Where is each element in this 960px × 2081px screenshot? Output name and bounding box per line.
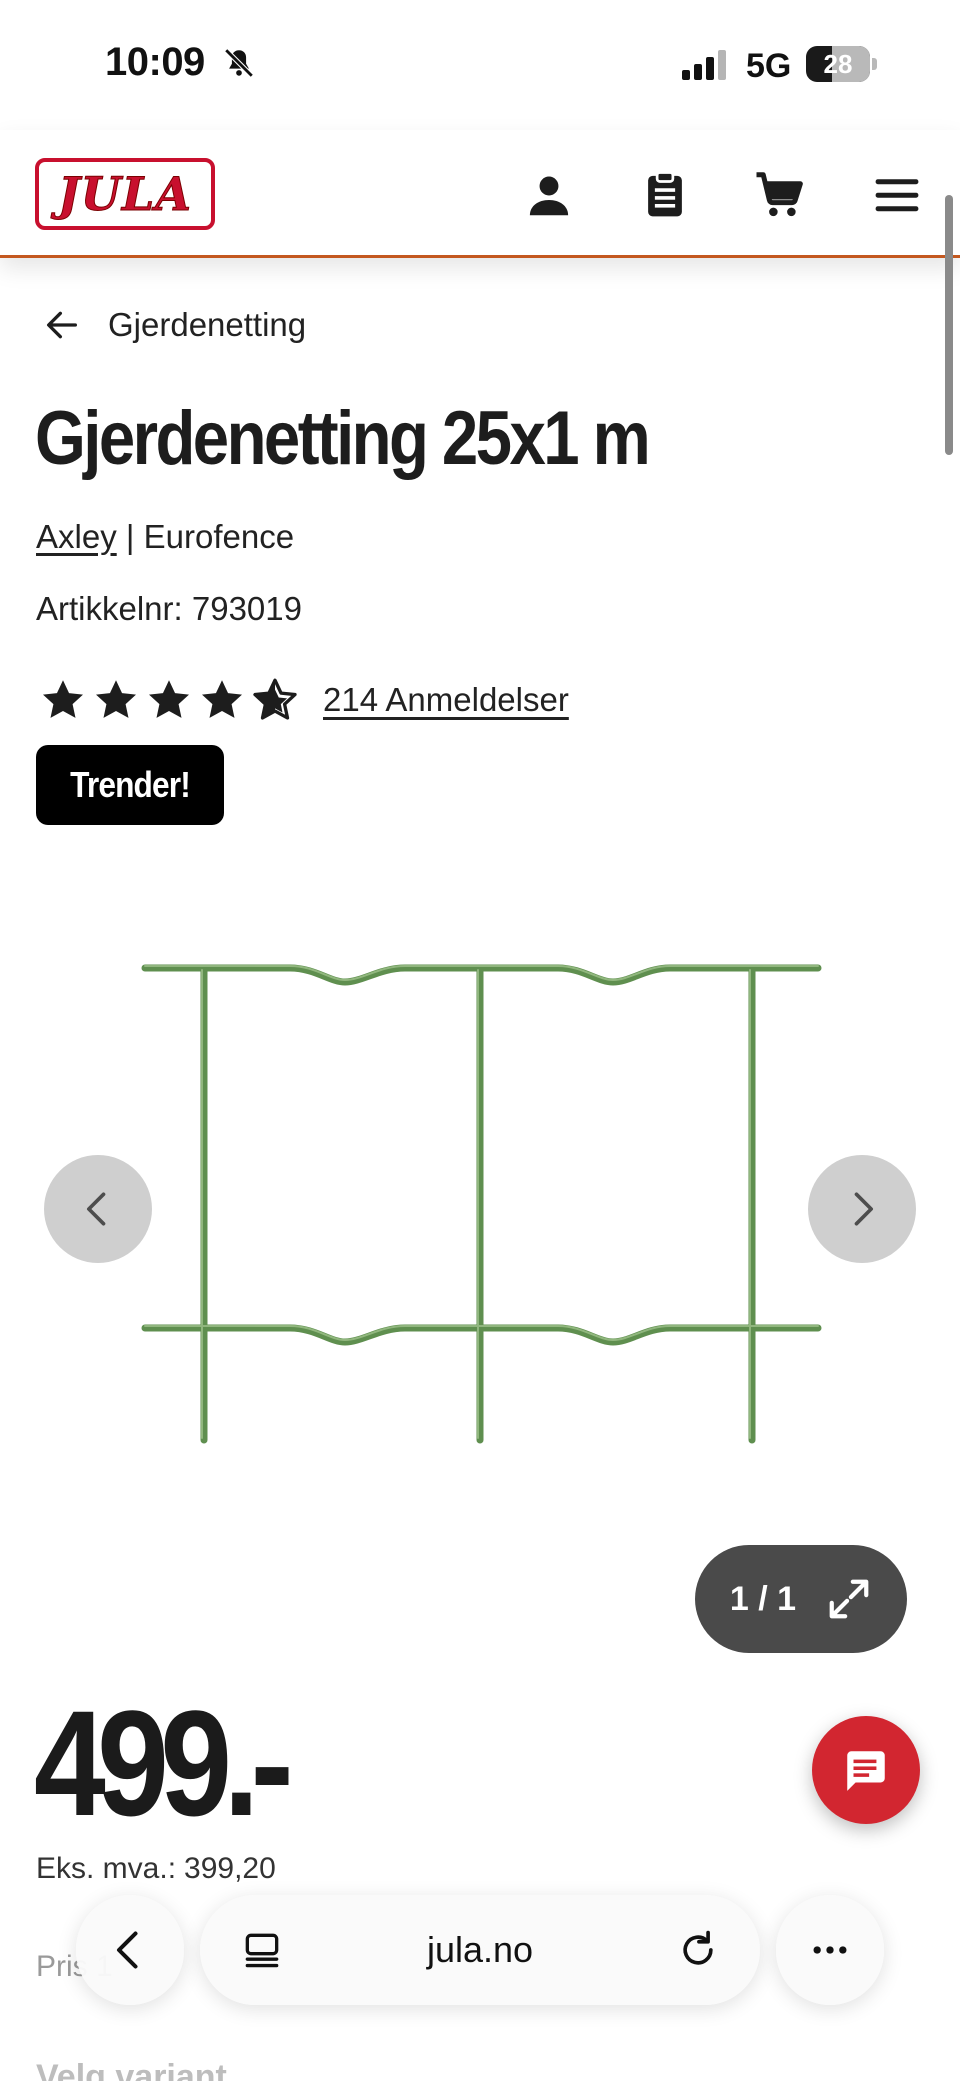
reload-icon[interactable] — [676, 1928, 720, 1972]
chat-button[interactable] — [812, 1716, 920, 1824]
network-label: 5G — [746, 47, 792, 85]
trend-badge-label: Trender! — [70, 764, 191, 805]
brand-link[interactable]: Axley — [36, 518, 117, 555]
star-full-icon — [43, 680, 83, 718]
status-bar: 10:09 5G 28 — [0, 0, 960, 130]
tabs-icon[interactable] — [240, 1928, 284, 1972]
variant-label: Velg variant — [36, 2058, 227, 2081]
browser-back-button[interactable] — [76, 1895, 184, 2005]
site-header: JULA — [0, 130, 960, 258]
chat-bubble-icon — [847, 1751, 885, 1791]
ex-vat-value: 399,20 — [184, 1852, 276, 1885]
user-icon[interactable] — [522, 168, 576, 222]
signal-icon — [682, 50, 726, 80]
battery-percent: 28 — [823, 49, 853, 79]
gallery-counter-button[interactable]: 1 / 1 — [695, 1545, 907, 1653]
arrow-left-icon[interactable] — [42, 305, 82, 345]
bell-slash-icon — [224, 48, 254, 78]
breadcrumb[interactable]: Gjerdenetting — [42, 300, 306, 350]
gallery-prev-button[interactable] — [44, 1155, 152, 1263]
rating[interactable]: 214 Anmeldelser — [38, 672, 569, 728]
ex-vat-label: Eks. mva.: — [36, 1852, 177, 1885]
address-bar[interactable]: jula.no — [200, 1895, 760, 2005]
cart-icon[interactable] — [752, 168, 806, 222]
star-full-icon — [149, 680, 189, 718]
page: 10:09 5G 28 JULA Gjerdenetting Gjerdenet… — [0, 0, 960, 2081]
clipboard-list-icon[interactable] — [638, 168, 692, 222]
product-gallery[interactable]: 1 / 1 — [0, 880, 960, 1660]
chevron-left-icon — [116, 1931, 138, 1969]
star-full-icon — [202, 680, 242, 718]
reviews-link[interactable]: 214 Anmeldelser — [323, 681, 569, 719]
status-time: 10:09 — [105, 40, 205, 84]
gallery-counter: 1 / 1 — [729, 1579, 797, 1618]
price: 499.- — [34, 1679, 294, 1847]
url-text[interactable]: jula.no — [427, 1929, 533, 1971]
browser-more-button[interactable] — [776, 1895, 884, 2005]
sku-label: Artikkelnr: 793019 — [36, 590, 302, 627]
jula-logo[interactable]: JULA — [35, 158, 215, 230]
browser-toolbar: jula.no — [0, 1895, 960, 2015]
scrollbar-thumb[interactable] — [945, 195, 953, 455]
star-half-icon — [253, 678, 297, 720]
battery-icon: 28 — [806, 46, 877, 82]
breadcrumb-label[interactable]: Gjerdenetting — [108, 306, 306, 344]
expand-icon — [829, 1579, 869, 1619]
chevron-right-icon — [854, 1192, 873, 1226]
product-image[interactable] — [130, 940, 830, 1460]
trend-badge: Trender! — [36, 745, 225, 825]
brand-line: Axley | Eurofence — [36, 518, 294, 556]
hamburger-menu-icon[interactable] — [870, 168, 924, 222]
product-title: Gjerdenetting 25x1 m — [35, 396, 651, 481]
brand-separator: | — [125, 518, 135, 555]
ex-vat-line: Eks. mva.: 399,20 — [36, 1852, 276, 1886]
star-full-icon — [96, 680, 136, 718]
gallery-next-button[interactable] — [808, 1155, 916, 1263]
chevron-left-icon — [87, 1192, 106, 1226]
logo-text: JULA — [58, 167, 192, 221]
subbrand-label: Eurofence — [143, 518, 295, 555]
more-icon — [813, 1946, 847, 1954]
